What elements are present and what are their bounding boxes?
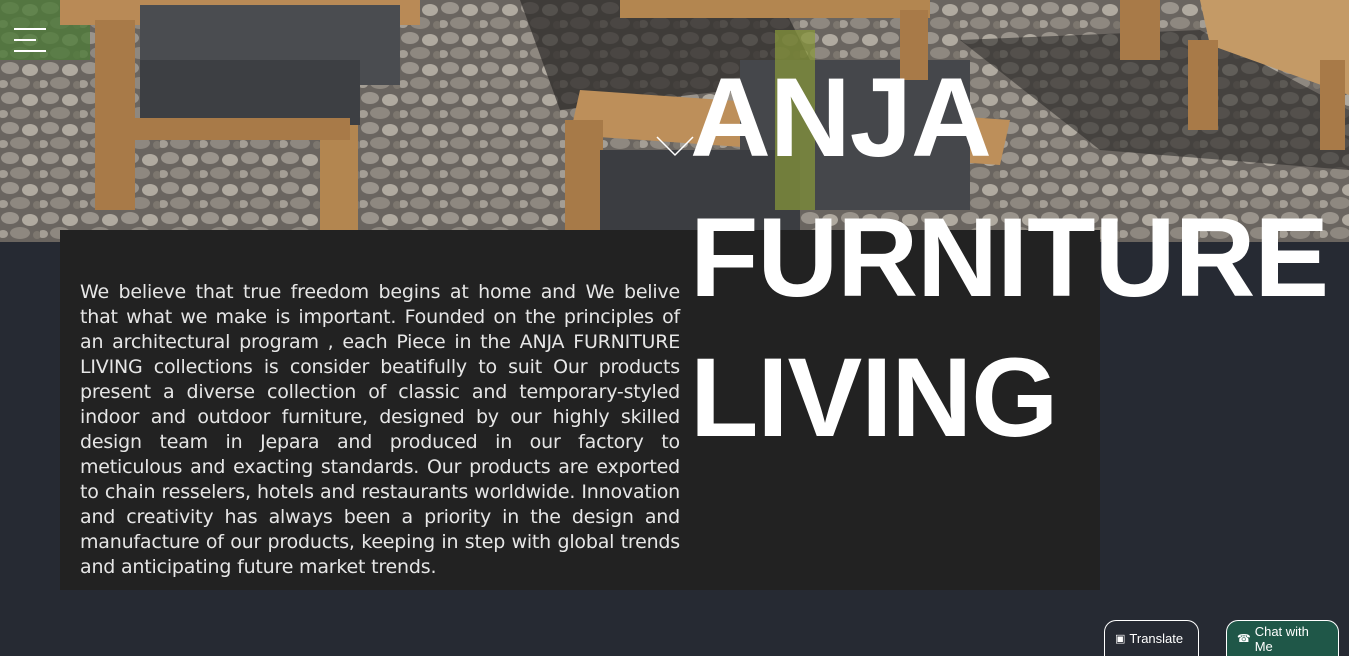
- about-text: We believe that true freedom begins at h…: [80, 281, 680, 578]
- hamburger-menu-icon[interactable]: [14, 28, 46, 54]
- chat-button[interactable]: ☎ Chat with Me: [1226, 620, 1339, 656]
- whatsapp-icon: ☎: [1237, 633, 1251, 645]
- page-title: ANJA FURNITURE LIVING: [690, 48, 1329, 468]
- translate-label: Translate: [1129, 631, 1184, 646]
- chat-label: Chat with Me: [1254, 623, 1309, 654]
- translate-button[interactable]: ▣ Translate: [1104, 620, 1199, 656]
- chevron-down-icon[interactable]: [655, 133, 695, 159]
- title-line-3: LIVING: [690, 335, 1058, 460]
- title-line-1: ANJA: [690, 55, 992, 180]
- translate-icon: ▣: [1115, 633, 1126, 645]
- title-line-2: FURNITURE: [690, 195, 1329, 320]
